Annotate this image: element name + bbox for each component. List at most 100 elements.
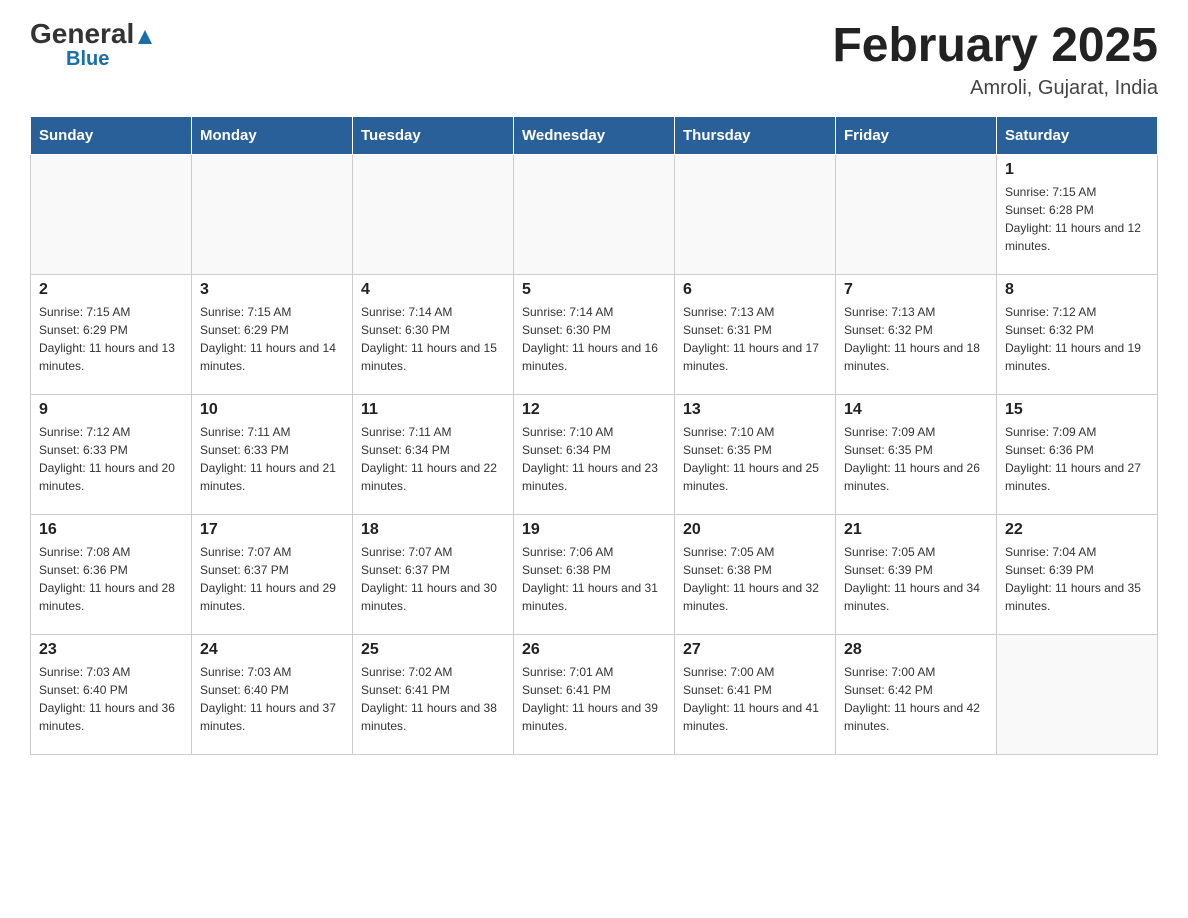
calendar-day-cell: 16 Sunrise: 7:08 AM Sunset: 6:36 PM Dayli… [31,514,192,634]
logo-general-text: General [30,20,154,50]
day-number: 28 [844,641,988,659]
calendar-day-cell: 6 Sunrise: 7:13 AM Sunset: 6:31 PM Daylig… [675,274,836,394]
calendar-day-cell: 12Sunrise: 7:10 AM Sunset: 6:34 PM Dayli… [514,394,675,514]
calendar-day-cell [514,154,675,274]
day-number: 10 [200,401,344,419]
calendar-day-cell [997,634,1158,754]
calendar-day-cell: 21 Sunrise: 7:05 AM Sunset: 6:39 PM Dayli… [836,514,997,634]
day-number: 27 [683,641,827,659]
day-number: 9 [39,401,183,419]
day-info: Sunrise: 7:00 AM Sunset: 6:42 PM Dayligh… [844,663,988,735]
calendar-day-cell: 7 Sunrise: 7:13 AM Sunset: 6:32 PM Daylig… [836,274,997,394]
day-info: Sunrise: 7:15 AM Sunset: 6:28 PM Dayligh… [1005,183,1149,255]
day-number: 11 [361,401,505,419]
day-info: Sunrise: 7:00 AM Sunset: 6:41 PM Dayligh… [683,663,827,735]
calendar-week-row: 23 Sunrise: 7:03 AM Sunset: 6:40 PM Dayli… [31,634,1158,754]
day-header-saturday: Saturday [997,116,1158,154]
day-number: 26 [522,641,666,659]
day-number: 19 [522,521,666,539]
calendar-day-cell: 17 Sunrise: 7:07 AM Sunset: 6:37 PM Dayli… [192,514,353,634]
calendar-day-cell: 20 Sunrise: 7:05 AM Sunset: 6:38 PM Dayli… [675,514,836,634]
calendar-day-cell: 2 Sunrise: 7:15 AM Sunset: 6:29 PM Daylig… [31,274,192,394]
calendar-week-row: 16 Sunrise: 7:08 AM Sunset: 6:36 PM Dayli… [31,514,1158,634]
day-info: Sunrise: 7:13 AM Sunset: 6:31 PM Dayligh… [683,303,827,375]
calendar-day-cell: 3Sunrise: 7:15 AM Sunset: 6:29 PM Daylig… [192,274,353,394]
day-info: Sunrise: 7:05 AM Sunset: 6:38 PM Dayligh… [683,543,827,615]
calendar-day-cell: 22 Sunrise: 7:04 AM Sunset: 6:39 PM Dayli… [997,514,1158,634]
calendar-day-cell: 23 Sunrise: 7:03 AM Sunset: 6:40 PM Dayli… [31,634,192,754]
day-header-thursday: Thursday [675,116,836,154]
calendar-day-cell: 8 Sunrise: 7:12 AM Sunset: 6:32 PM Daylig… [997,274,1158,394]
day-number: 13 [683,401,827,419]
calendar-day-cell: 18 Sunrise: 7:07 AM Sunset: 6:37 PM Dayli… [353,514,514,634]
day-info: Sunrise: 7:04 AM Sunset: 6:39 PM Dayligh… [1005,543,1149,615]
day-number: 1 [1005,161,1149,179]
day-info: Sunrise: 7:03 AM Sunset: 6:40 PM Dayligh… [39,663,183,735]
calendar-day-cell: 14 Sunrise: 7:09 AM Sunset: 6:35 PM Dayli… [836,394,997,514]
month-title: February 2025 [832,20,1158,73]
day-info: Sunrise: 7:15 AM Sunset: 6:29 PM Dayligh… [39,303,183,375]
day-header-wednesday: Wednesday [514,116,675,154]
day-info: Sunrise: 7:01 AM Sunset: 6:41 PM Dayligh… [522,663,666,735]
day-info: Sunrise: 7:14 AM Sunset: 6:30 PM Dayligh… [522,303,666,375]
day-number: 23 [39,641,183,659]
calendar-day-cell [353,154,514,274]
location-text: Amroli, Gujarat, India [832,77,1158,100]
day-number: 7 [844,281,988,299]
day-number: 15 [1005,401,1149,419]
day-number: 4 [361,281,505,299]
day-number: 20 [683,521,827,539]
day-info: Sunrise: 7:11 AM Sunset: 6:34 PM Dayligh… [361,423,505,495]
day-number: 14 [844,401,988,419]
calendar-day-cell: 5Sunrise: 7:14 AM Sunset: 6:30 PM Daylig… [514,274,675,394]
calendar-header-row: SundayMondayTuesdayWednesdayThursdayFrid… [31,116,1158,154]
logo: General Blue [30,20,154,71]
day-number: 6 [683,281,827,299]
day-info: Sunrise: 7:02 AM Sunset: 6:41 PM Dayligh… [361,663,505,735]
calendar-day-cell: 26 Sunrise: 7:01 AM Sunset: 6:41 PM Dayli… [514,634,675,754]
day-header-friday: Friday [836,116,997,154]
day-info: Sunrise: 7:12 AM Sunset: 6:33 PM Dayligh… [39,423,183,495]
calendar-day-cell: 1 Sunrise: 7:15 AM Sunset: 6:28 PM Daylig… [997,154,1158,274]
day-info: Sunrise: 7:09 AM Sunset: 6:36 PM Dayligh… [1005,423,1149,495]
day-number: 22 [1005,521,1149,539]
day-info: Sunrise: 7:08 AM Sunset: 6:36 PM Dayligh… [39,543,183,615]
day-header-monday: Monday [192,116,353,154]
day-number: 18 [361,521,505,539]
logo-arrow-icon [136,22,154,50]
day-info: Sunrise: 7:12 AM Sunset: 6:32 PM Dayligh… [1005,303,1149,375]
calendar-week-row: 9 Sunrise: 7:12 AM Sunset: 6:33 PM Daylig… [31,394,1158,514]
calendar-day-cell [675,154,836,274]
calendar-day-cell: 9 Sunrise: 7:12 AM Sunset: 6:33 PM Daylig… [31,394,192,514]
day-info: Sunrise: 7:03 AM Sunset: 6:40 PM Dayligh… [200,663,344,735]
day-info: Sunrise: 7:11 AM Sunset: 6:33 PM Dayligh… [200,423,344,495]
calendar-week-row: 1 Sunrise: 7:15 AM Sunset: 6:28 PM Daylig… [31,154,1158,274]
calendar-day-cell [836,154,997,274]
day-info: Sunrise: 7:15 AM Sunset: 6:29 PM Dayligh… [200,303,344,375]
calendar-day-cell: 25 Sunrise: 7:02 AM Sunset: 6:41 PM Dayli… [353,634,514,754]
day-header-tuesday: Tuesday [353,116,514,154]
day-number: 21 [844,521,988,539]
day-info: Sunrise: 7:10 AM Sunset: 6:34 PM Dayligh… [522,423,666,495]
day-number: 2 [39,281,183,299]
day-info: Sunrise: 7:13 AM Sunset: 6:32 PM Dayligh… [844,303,988,375]
day-number: 16 [39,521,183,539]
day-info: Sunrise: 7:07 AM Sunset: 6:37 PM Dayligh… [200,543,344,615]
calendar-day-cell: 15 Sunrise: 7:09 AM Sunset: 6:36 PM Dayli… [997,394,1158,514]
day-number: 8 [1005,281,1149,299]
calendar-day-cell: 28 Sunrise: 7:00 AM Sunset: 6:42 PM Dayli… [836,634,997,754]
calendar-day-cell: 10 Sunrise: 7:11 AM Sunset: 6:33 PM Dayli… [192,394,353,514]
day-info: Sunrise: 7:05 AM Sunset: 6:39 PM Dayligh… [844,543,988,615]
calendar-day-cell [31,154,192,274]
day-number: 17 [200,521,344,539]
title-block: February 2025 Amroli, Gujarat, India [832,20,1158,100]
calendar-day-cell: 24 Sunrise: 7:03 AM Sunset: 6:40 PM Dayli… [192,634,353,754]
day-info: Sunrise: 7:07 AM Sunset: 6:37 PM Dayligh… [361,543,505,615]
calendar-day-cell: 27 Sunrise: 7:00 AM Sunset: 6:41 PM Dayli… [675,634,836,754]
day-number: 24 [200,641,344,659]
calendar-day-cell [192,154,353,274]
day-info: Sunrise: 7:09 AM Sunset: 6:35 PM Dayligh… [844,423,988,495]
page-header: General Blue February 2025 Amroli, Gujar… [30,20,1158,100]
day-header-sunday: Sunday [31,116,192,154]
day-number: 25 [361,641,505,659]
